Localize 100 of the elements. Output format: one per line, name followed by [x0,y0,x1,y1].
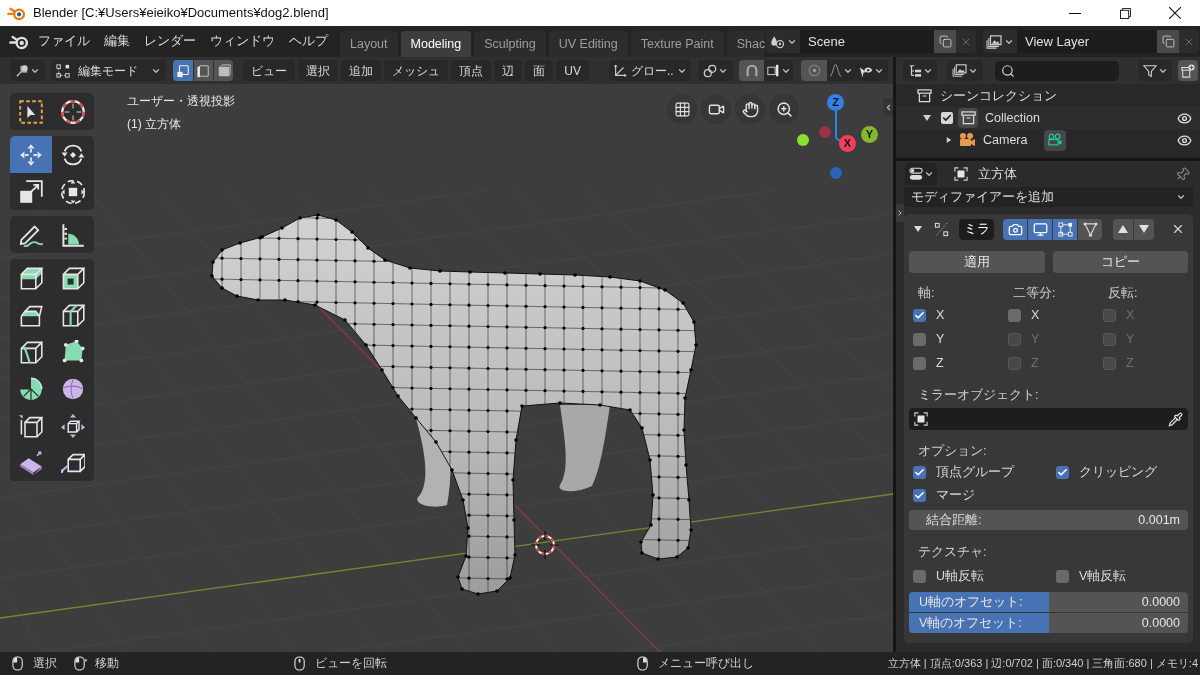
workspace-tab[interactable]: Shac [726,31,765,57]
menu-item[interactable]: ウィンドウ [203,30,282,53]
checkbox[interactable] [1008,308,1021,322]
viewport-toggle[interactable] [1028,218,1052,240]
menu-item[interactable]: 選択 [298,60,339,81]
cube-arrows-icon [61,413,85,438]
camera-view-button[interactable] [701,94,731,124]
slider-field[interactable]: U軸のオフセット: 0.0000 [909,592,1188,612]
menu-item[interactable]: ヘルプ [282,30,335,53]
menu-item[interactable]: 面 [525,60,554,81]
search-field[interactable] [995,60,1119,81]
duplicate-button[interactable] [934,30,956,53]
eye-icon[interactable] [1177,110,1192,126]
window-title: Blender [C:¥Users¥eieiko¥Documents¥dog2.blend] [33,4,329,23]
triangle-vertices-icon [1082,221,1098,237]
eyedropper-icon[interactable] [1168,411,1183,427]
menu-item[interactable]: 追加 [341,60,382,81]
snap-toggle[interactable] [738,60,765,81]
slider-label: V軸のオフセット: [919,614,1022,632]
vertex-select-button[interactable] [173,60,193,81]
pivot-dropdown[interactable] [697,60,733,81]
tree-label[interactable]: シーンコレクション [940,86,1057,106]
menu-item[interactable]: ファイル [31,30,97,53]
filter-dropdown[interactable] [1138,60,1172,81]
view-layer-field[interactable]: View Layer [1017,30,1157,53]
display-mode-dropdown[interactable] [903,60,937,81]
checkbox[interactable] [913,356,926,370]
eye-icon[interactable] [1177,132,1192,148]
tree-label[interactable]: Camera [983,130,1028,150]
menu-item[interactable]: 編集 [97,30,137,53]
menu-item[interactable]: UV [556,60,590,81]
editmode-toggle[interactable] [1053,218,1077,240]
menu-item[interactable]: 辺 [494,60,523,81]
scene-stats: 立方体 | 頂点:0/363 | 辺:0/702 | 面:0/340 | 三角面:680 | メモリ:4 [887,656,1199,672]
merge-distance-field[interactable]: 結合距離: 0.001m [909,510,1188,530]
proportional-toggle[interactable] [801,60,827,81]
render-toggle[interactable] [1003,218,1027,240]
hint-label: 選択 [33,655,57,671]
slider-field[interactable]: V軸のオフセット: 0.0000 [909,613,1188,633]
scene-field[interactable]: Scene [800,30,934,53]
mode-dropdown[interactable]: 編集モード [51,60,167,81]
triangle-down-icon[interactable] [914,225,922,233]
triangle-down-icon[interactable] [923,114,931,122]
transform-icon [61,179,85,204]
menu-item[interactable]: レンダー [137,30,203,53]
object-picker-field[interactable] [909,408,1188,430]
menu-item[interactable]: ビュー [243,60,296,81]
menu-item[interactable]: 頂点 [451,60,492,81]
axis-button[interactable]: X [839,135,856,152]
add-modifier-dropdown[interactable]: モディファイアーを追加 [904,187,1193,207]
cube-knife-line-icon [19,339,43,364]
workspace-tab[interactable]: Layout [340,31,398,57]
perspective-toggle[interactable] [667,94,697,124]
checkbox-label: X [1031,306,1040,324]
mirror-squares-icon [934,221,949,237]
face-select-button[interactable] [213,60,234,81]
vertices-square-icon [56,63,70,78]
checkbox[interactable] [913,466,926,479]
pan-button[interactable] [735,94,765,124]
orientation-dropdown[interactable]: グロー.. [609,60,691,81]
workspace-tab[interactable]: Texture Paint [630,31,724,57]
hint-label: ビューを回転 [315,655,387,671]
new-collection-button[interactable] [1178,60,1198,81]
apply-button[interactable]: 適用 [909,251,1045,273]
checkbox[interactable] [1056,569,1069,583]
checkbox[interactable] [913,308,926,322]
object-label: (1) 立方体 [127,116,181,133]
move-down-button[interactable] [1134,218,1154,240]
checkbox[interactable] [913,489,926,502]
edge-select-button[interactable] [193,60,213,81]
editor-type-dropdown[interactable] [10,60,45,81]
checkbox[interactable] [1056,466,1069,479]
tree-label[interactable]: Collection [985,108,1040,128]
ruler-protractor-icon [61,222,85,247]
move-tool[interactable] [10,136,52,173]
zoom-button[interactable] [769,94,799,124]
modifier-name-field[interactable]: ミラ [959,218,994,240]
editor-type-dropdown[interactable] [905,163,937,185]
checkbox-label: Y [936,330,945,348]
axis-button[interactable]: Y [861,126,878,143]
workspace-tab[interactable]: UV Editing [548,31,628,57]
checkbox[interactable] [941,112,953,124]
cage-toggle[interactable] [1078,218,1102,240]
copy-button[interactable]: コピー [1052,251,1188,273]
filter-layer-dropdown[interactable] [947,60,983,81]
checkbox-label: クリッピング [1079,464,1157,482]
selectability-dropdown[interactable] [855,60,888,81]
sidebar-toggle[interactable] [883,98,893,116]
triangle-right-icon[interactable] [946,137,952,143]
tab-toggle[interactable] [896,204,904,222]
duplicate-button[interactable] [1157,30,1179,53]
checkbox[interactable] [913,569,926,583]
move-up-button[interactable] [1113,218,1133,240]
checkbox[interactable] [913,332,926,346]
axis-button[interactable]: Z [827,94,844,111]
menu-item[interactable]: メッシュ [384,60,449,81]
workspace-tab[interactable]: Sculpting [474,31,546,57]
workspace-tab[interactable]: Modeling [400,31,472,57]
polygon-dots-icon [61,339,85,364]
mouse-icon [294,656,307,671]
